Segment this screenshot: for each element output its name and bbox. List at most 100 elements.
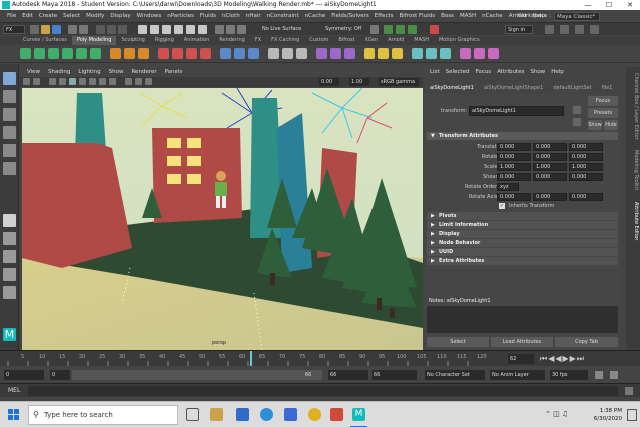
shelf-tab-xgen[interactable]: XGen (360, 36, 384, 45)
uuid-section[interactable]: ▶ UUID (427, 248, 618, 256)
focus-button[interactable]: Focus (588, 96, 618, 106)
reduce-icon[interactable] (296, 48, 307, 59)
menu-effects[interactable]: Effects (372, 13, 397, 19)
bevel-icon[interactable] (158, 48, 169, 59)
shelf-tab-poly-modeling[interactable]: Poly Modeling (71, 36, 117, 45)
poly-torus-icon[interactable] (76, 48, 87, 59)
ae-tab-file1[interactable]: file1 (597, 84, 618, 93)
menu-ncache[interactable]: nCache (302, 13, 329, 19)
scale-y-field[interactable]: 1.000 (533, 163, 567, 171)
shelf-tab-custom[interactable]: Custom (304, 36, 333, 45)
shear-y-field[interactable]: 0.000 (533, 173, 567, 181)
show-channel-box-icon[interactable] (590, 25, 599, 34)
side-tab-modeling-toolkit[interactable]: Modeling Toolkit (627, 145, 639, 195)
poly-plane-icon[interactable] (90, 48, 101, 59)
range-slider-bar[interactable] (72, 370, 322, 380)
select-button[interactable]: Select (427, 337, 489, 347)
vp-menu-renderer[interactable]: Renderer (127, 67, 160, 77)
delete-history-icon[interactable] (440, 48, 451, 59)
extrude-icon[interactable] (186, 48, 197, 59)
extra-attributes-section[interactable]: ▶ Extra Attributes (427, 257, 618, 265)
character-set-dropdown[interactable]: No Character Set (425, 370, 485, 380)
system-clock[interactable]: 1:38 PM 6/30/2020 (594, 407, 622, 423)
isolate-select-icon[interactable] (125, 78, 132, 85)
taskbar-search-box[interactable]: ⚲ Type here to search (28, 405, 178, 425)
limit-information-section[interactable]: ▶ Limit Information (427, 221, 618, 229)
show-tool-settings-icon[interactable] (575, 25, 584, 34)
scale-tool-icon[interactable] (3, 162, 16, 175)
translate-z-field[interactable]: 0.000 (569, 143, 603, 151)
hypershade-icon[interactable] (460, 48, 471, 59)
soft-select-icon[interactable] (364, 48, 375, 59)
playhead-marker[interactable] (250, 351, 252, 367)
node-behavior-section[interactable]: ▶ Node Behavior (427, 239, 618, 247)
lasso-icon[interactable] (378, 48, 389, 59)
shear-x-field[interactable]: 0.000 (497, 173, 531, 181)
shelf-tab-animation[interactable]: Animation (179, 36, 215, 45)
persp-viewport[interactable]: persp (22, 88, 423, 350)
snap-point-icon[interactable] (237, 25, 246, 34)
poly-cube-icon[interactable] (34, 48, 45, 59)
ae-menu-list[interactable]: List (427, 67, 443, 77)
poly-cone-icon[interactable] (62, 48, 73, 59)
shelf-tab-rendering[interactable]: Rendering (214, 36, 250, 45)
transform-attributes-header[interactable]: ▼ Transform Attributes (427, 132, 618, 140)
vp-menu-view[interactable]: View (23, 67, 44, 77)
save-scene-icon[interactable] (52, 25, 61, 34)
select-component-icon[interactable] (118, 25, 127, 34)
lasso-tool-icon[interactable] (3, 90, 16, 103)
shelf-tab-fx[interactable]: FX (250, 36, 266, 45)
lights-icon[interactable] (89, 78, 96, 85)
menu-ncache-2[interactable]: nCache (479, 13, 506, 19)
rotate-x-field[interactable]: 0.000 (497, 153, 531, 161)
render-frame-icon[interactable] (384, 25, 393, 34)
shelf-tab-motion-graphics[interactable]: Motion Graphics (434, 36, 485, 45)
hide-button[interactable]: Hide (604, 120, 618, 130)
store-icon[interactable] (284, 408, 297, 421)
sign-in-button[interactable]: Sign in (505, 25, 533, 34)
task-view-icon[interactable] (186, 408, 199, 421)
curve-mask-icon[interactable] (174, 25, 183, 34)
camera-attrs-icon[interactable] (33, 78, 40, 85)
surface-mask-icon[interactable] (186, 25, 195, 34)
shelf-tab-fx-caching[interactable]: FX Caching (266, 36, 304, 45)
transform-name-field[interactable]: aiSkyDomeLight1 (469, 106, 564, 116)
color-space-dropdown[interactable]: sRGB gamma (379, 78, 419, 86)
select-tool-icon[interactable] (3, 72, 16, 85)
current-frame-field[interactable]: 62 (508, 354, 534, 364)
range-start-field[interactable]: 0 (4, 370, 44, 380)
menu-nhair[interactable]: nHair (243, 13, 264, 19)
ae-menu-help[interactable]: Help (548, 67, 567, 77)
ae-tab-skydome-shape[interactable]: aiSkyDomeLightShape1 (479, 84, 548, 93)
arnold-render-icon[interactable] (430, 25, 439, 34)
render-settings-icon[interactable] (408, 25, 417, 34)
extract-icon[interactable] (138, 48, 149, 59)
shelf-tab-curves-surfaces[interactable]: Curves / Surfaces (18, 36, 72, 45)
vp-menu-show[interactable]: Show (105, 67, 128, 77)
gamma-field[interactable]: 1.00 (349, 78, 369, 86)
separate-icon[interactable] (124, 48, 135, 59)
ae-menu-focus[interactable]: Focus (472, 67, 494, 77)
target-weld-icon[interactable] (234, 48, 245, 59)
outliner-layout-icon[interactable] (3, 286, 16, 299)
wireframe-icon[interactable] (59, 78, 66, 85)
menu-select[interactable]: Select (60, 13, 83, 19)
load-attributes-button[interactable]: Load Attributes (491, 337, 553, 347)
deformer-mask-icon[interactable] (198, 25, 207, 34)
menu-create[interactable]: Create (36, 13, 60, 19)
side-by-side-layout-icon[interactable] (3, 250, 16, 263)
snap-curve-icon[interactable] (226, 25, 235, 34)
notification-icon[interactable] (627, 409, 637, 421)
vp-menu-shading[interactable]: Shading (44, 67, 74, 77)
command-input[interactable] (28, 386, 618, 396)
combine-icon[interactable] (110, 48, 121, 59)
tray-icons[interactable]: ⌃ ◫ ♫ (545, 410, 568, 418)
auto-key-icon[interactable] (595, 371, 603, 379)
menu-edit[interactable]: Edit (19, 13, 36, 19)
move-tool-icon[interactable] (3, 126, 16, 139)
rotate-z-field[interactable]: 0.000 (569, 153, 603, 161)
menu-windows[interactable]: Windows (134, 13, 165, 19)
ae-tab-default-light-set[interactable]: defaultLightSet (548, 84, 596, 93)
edge-icon[interactable] (260, 408, 273, 421)
workspace-dropdown[interactable]: Maya Classic* (554, 11, 600, 21)
